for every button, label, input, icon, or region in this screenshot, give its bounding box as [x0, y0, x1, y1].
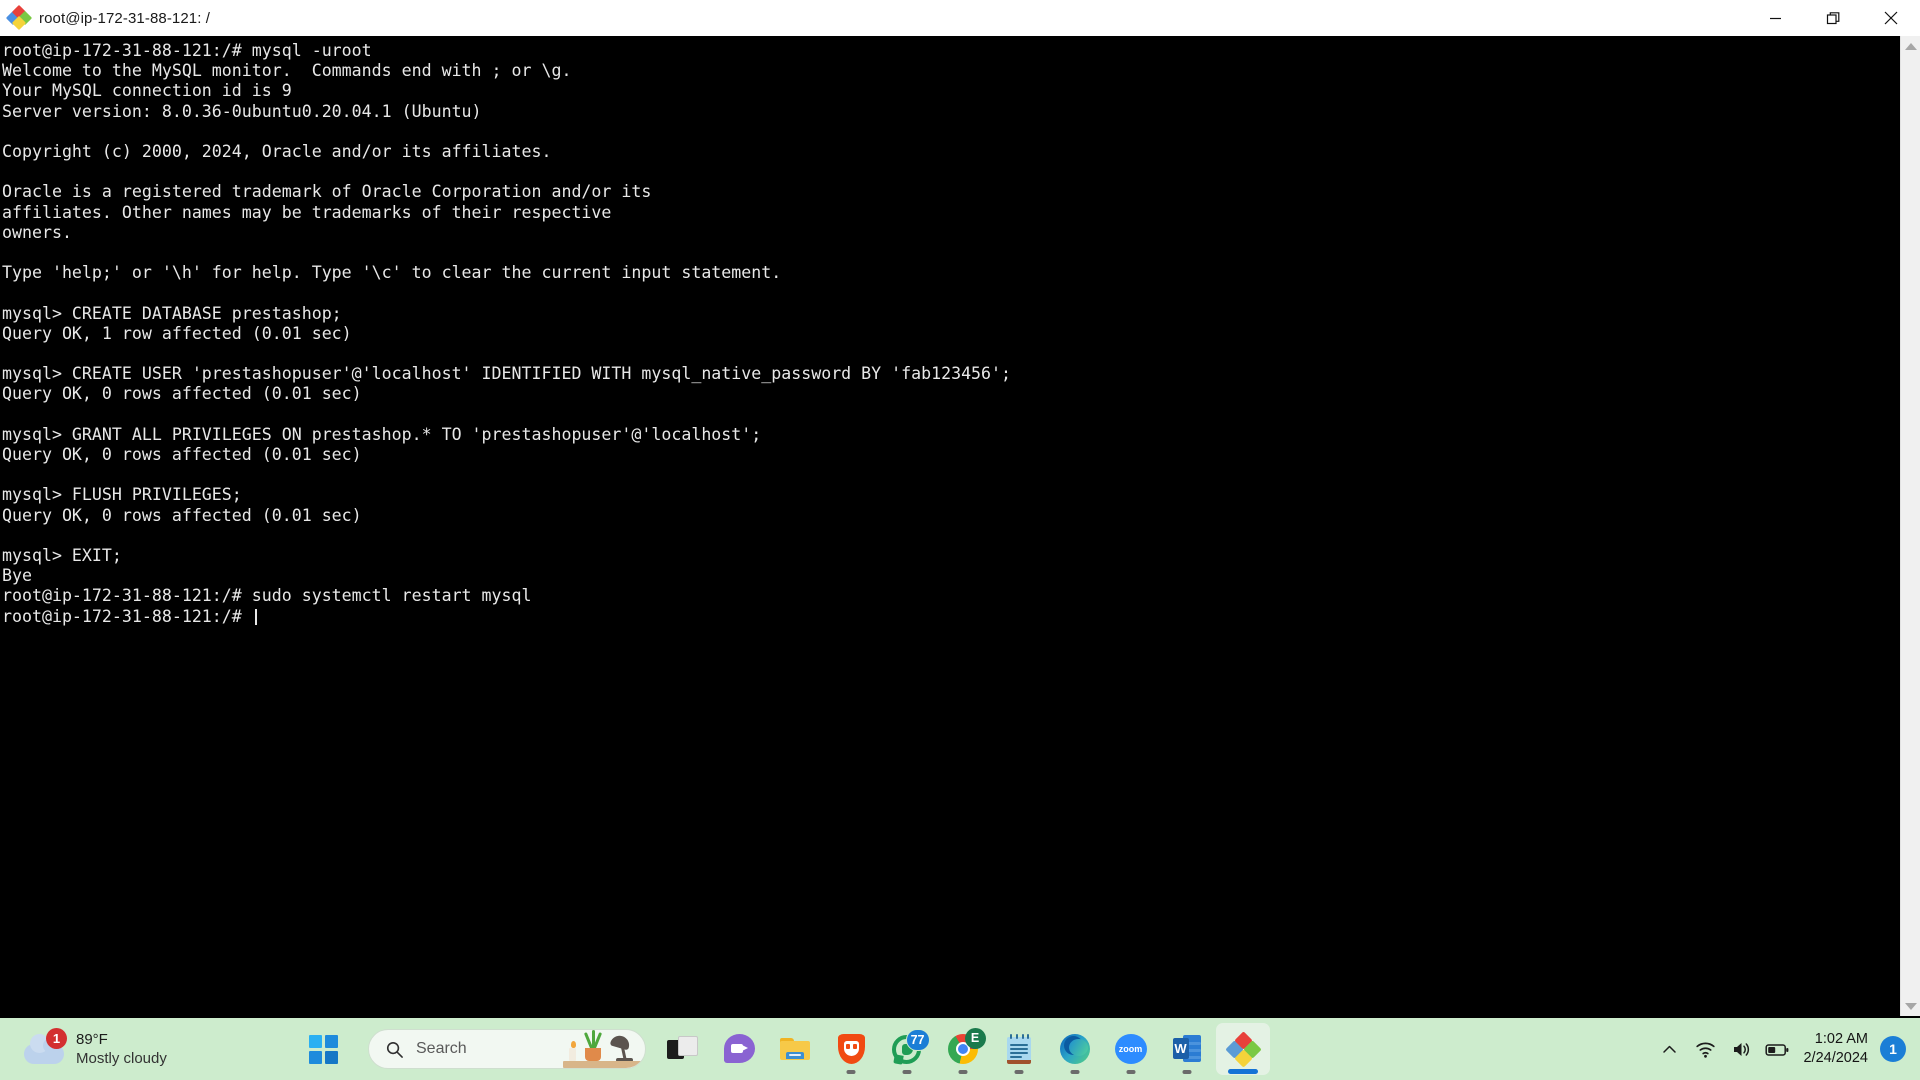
tray-volume-button[interactable]: [1723, 1027, 1759, 1071]
zoom-label: zoom: [1118, 1043, 1143, 1054]
running-indicator: [1014, 1070, 1024, 1074]
clock[interactable]: 1:02 AM 2/24/2024: [1795, 1030, 1878, 1067]
close-icon: [1884, 11, 1898, 25]
clock-date: 2/24/2024: [1803, 1050, 1868, 1066]
mobaxterm-diamond-icon: [5, 4, 33, 31]
tray-overflow-button[interactable]: [1651, 1027, 1687, 1071]
weather-badge: 1: [46, 1028, 67, 1049]
titlebar-left: root@ip-172-31-88-121: /: [0, 4, 1746, 31]
wifi-icon: [1696, 1042, 1715, 1058]
running-indicator: [1182, 1070, 1192, 1074]
tray-wifi-button[interactable]: [1687, 1027, 1723, 1071]
file-explorer-icon: [779, 1033, 812, 1066]
weather-text: 89°F Mostly cloudy: [76, 1030, 167, 1068]
mobaxterm-diamond-icon: [1224, 1030, 1262, 1068]
taskbar-app-file-explorer[interactable]: [768, 1023, 822, 1075]
terminal-scrollbar[interactable]: [1900, 36, 1920, 1016]
running-indicator: [958, 1070, 968, 1074]
taskbar-app-notepad[interactable]: [992, 1023, 1046, 1075]
taskbar-center: Search 77 E zoom W: [300, 1023, 1651, 1075]
terminal-output-area[interactable]: root@ip-172-31-88-121:/# mysql -uroot We…: [0, 36, 1900, 1016]
start-button[interactable]: [300, 1026, 346, 1072]
battery-icon: [1765, 1043, 1789, 1056]
chevron-up-icon: [1663, 1045, 1676, 1053]
window-controls: [1746, 0, 1920, 36]
scroll-down-arrow-icon[interactable]: [1901, 996, 1920, 1016]
restore-icon: [1826, 11, 1839, 24]
notepad-icon: [1003, 1033, 1036, 1066]
system-tray: 1:02 AM 2/24/2024 1: [1651, 1027, 1920, 1071]
window-title: root@ip-172-31-88-121: /: [39, 9, 211, 27]
zoom-icon: zoom: [1114, 1033, 1148, 1066]
scroll-up-arrow-icon[interactable]: [1901, 36, 1920, 56]
windows-logo-icon: [308, 1034, 338, 1064]
taskbar-app-whatsapp[interactable]: 77: [880, 1023, 934, 1075]
taskbar-app-mobaxterm[interactable]: [1216, 1023, 1270, 1075]
chat-video-icon: [723, 1033, 756, 1066]
weather-widget[interactable]: 1 89°F Mostly cloudy: [0, 1028, 300, 1068]
terminal-text: root@ip-172-31-88-121:/# mysql -uroot We…: [2, 41, 1012, 626]
running-indicator: [1126, 1070, 1136, 1074]
task-view-icon: [666, 1033, 700, 1066]
running-indicator: [902, 1070, 912, 1074]
chrome-icon: E: [947, 1027, 986, 1066]
restore-button[interactable]: [1804, 0, 1862, 36]
taskbar-app-brave-browser[interactable]: [824, 1023, 878, 1075]
close-button[interactable]: [1862, 0, 1920, 36]
taskbar-app-zoom[interactable]: zoom: [1104, 1023, 1158, 1075]
word-icon: W: [1171, 1033, 1204, 1066]
taskbar-app-task-view[interactable]: [656, 1023, 710, 1075]
weather-condition: Mostly cloudy: [76, 1050, 167, 1067]
taskbar: 1 89°F Mostly cloudy Search 77 E zoom W …: [0, 1018, 1920, 1080]
taskbar-app-microsoft-edge[interactable]: [1048, 1023, 1102, 1075]
taskbar-app-microsoft-word[interactable]: W: [1160, 1023, 1214, 1075]
search-shelf-illustration: [563, 1030, 645, 1068]
running-indicator: [1070, 1070, 1080, 1074]
search-box[interactable]: Search: [368, 1029, 646, 1069]
active-indicator: [1228, 1069, 1258, 1074]
tray-battery-button[interactable]: [1759, 1027, 1795, 1071]
window-titlebar[interactable]: root@ip-172-31-88-121: /: [0, 0, 1920, 36]
edge-icon: [1059, 1033, 1092, 1066]
taskbar-app-chat[interactable]: [712, 1023, 766, 1075]
minimize-button[interactable]: [1746, 0, 1804, 36]
speaker-icon: [1733, 1042, 1749, 1056]
chrome-badge: E: [964, 1027, 986, 1049]
brave-lion-icon: [835, 1033, 868, 1066]
weather-temperature: 89°F: [76, 1030, 108, 1048]
clock-time: 1:02 AM: [1814, 1031, 1868, 1048]
taskbar-apps: 77 E zoom W: [656, 1023, 1270, 1075]
whatsapp-badge: 77: [905, 1028, 930, 1051]
whatsapp-icon: 77: [891, 1028, 930, 1066]
minimize-icon: [1769, 17, 1781, 19]
desktop: root@ip-172-31-88-121: / root@ip-172-31-…: [0, 0, 1920, 1080]
taskbar-app-google-chrome[interactable]: E: [936, 1023, 990, 1075]
terminal-cursor: [254, 608, 257, 625]
word-label: W: [1172, 1037, 1189, 1059]
notification-badge[interactable]: 1: [1880, 1036, 1906, 1062]
cloud-icon: 1: [22, 1028, 67, 1068]
search-placeholder: Search: [416, 1040, 467, 1057]
search-icon: [386, 1041, 403, 1058]
running-indicator: [846, 1070, 856, 1074]
